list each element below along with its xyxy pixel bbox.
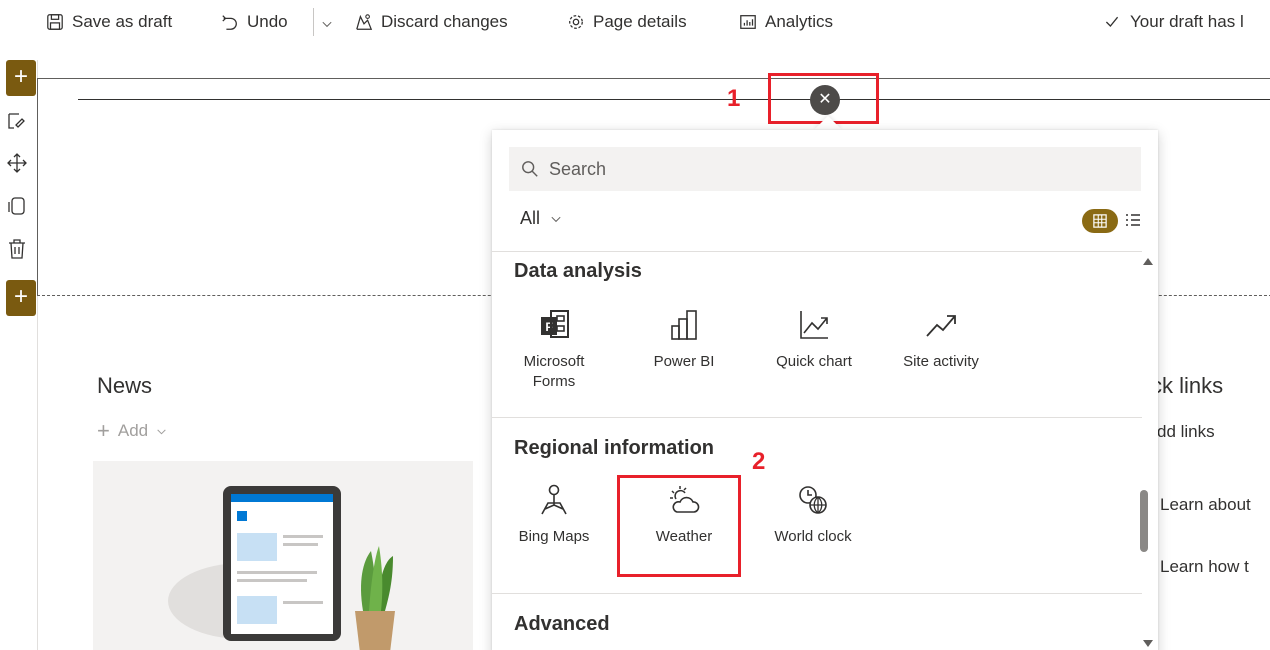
grid-view-icon <box>1093 214 1107 228</box>
page-details-label: Page details <box>593 12 687 31</box>
tile-label: Bing Maps <box>518 528 590 545</box>
category-title-regional-information: Regional information <box>514 437 714 459</box>
tile-label: Quick chart <box>776 353 852 370</box>
news-add-label: Add <box>117 421 149 440</box>
quick-chart-icon <box>800 311 828 339</box>
webpart-tile-bing-maps[interactable]: Bing Maps <box>504 475 604 547</box>
move-section-icon[interactable] <box>6 152 28 174</box>
news-add-button[interactable]: + Add <box>97 418 167 444</box>
news-placeholder-card <box>93 461 473 650</box>
add-section-button-top[interactable]: + <box>6 60 36 96</box>
delete-section-icon[interactable] <box>6 238 28 260</box>
forms-icon: F <box>541 310 569 338</box>
news-heading: News <box>97 373 153 398</box>
webpart-tile-power-bi[interactable]: Power BI <box>634 300 734 372</box>
toolbox-header-divider <box>492 251 1142 252</box>
save-draft-label: Save as draft <box>72 12 173 31</box>
webpart-tile-microsoft-forms[interactable]: F Microsoft Forms <box>504 300 604 392</box>
command-bar: Save as draft Undo Discard changes Page … <box>0 0 1270 44</box>
checkmark-icon <box>1105 16 1119 27</box>
draft-status: Your draft has l <box>1104 10 1244 34</box>
search-icon <box>522 161 538 177</box>
category-divider <box>492 593 1142 594</box>
scroll-down-arrow[interactable] <box>1143 640 1153 647</box>
bing-maps-icon <box>541 484 567 515</box>
edit-section-icon[interactable] <box>6 110 28 132</box>
duplicate-section-icon[interactable] <box>6 195 28 217</box>
discard-changes-button[interactable]: Discard changes <box>355 10 508 34</box>
chevron-down-icon <box>551 216 561 222</box>
draft-status-text: Your draft has l <box>1130 12 1244 31</box>
quick-links-heading: ck links <box>1151 373 1224 398</box>
grid-view-toggle[interactable] <box>1082 209 1118 233</box>
quick-links-add-button[interactable]: dd links <box>1157 422 1215 442</box>
save-draft-button[interactable]: Save as draft <box>46 10 172 34</box>
add-section-button-bottom[interactable]: + <box>6 280 36 316</box>
world-clock-icon <box>799 486 827 514</box>
toolbox-search-box[interactable]: Search <box>509 147 1141 191</box>
analytics-label: Analytics <box>765 12 834 31</box>
category-title-data-analysis: Data analysis <box>514 260 642 282</box>
discard-label: Discard changes <box>381 12 508 31</box>
chevron-down-icon <box>157 428 166 434</box>
undo-label: Undo <box>247 12 288 31</box>
divider-webpart-line <box>78 99 1270 100</box>
toolbox-scrollbar-thumb[interactable] <box>1140 490 1148 552</box>
webpart-toolbox: Search All Data analysis F Microsoft For… <box>492 130 1158 650</box>
tile-label: World clock <box>774 528 852 545</box>
undo-dropdown[interactable] <box>321 12 333 36</box>
tile-label: Site activity <box>903 353 979 370</box>
site-activity-icon <box>926 315 956 337</box>
page-details-button[interactable]: Page details <box>567 10 687 34</box>
toolbar-divider <box>313 8 314 36</box>
quick-link-item[interactable]: Learn how t <box>1160 557 1249 577</box>
search-placeholder: Search <box>549 158 607 179</box>
step-marker-1: 1 <box>727 85 741 112</box>
list-view-icon[interactable] <box>1124 212 1142 230</box>
chevron-down-icon <box>322 21 332 28</box>
scroll-up-arrow[interactable] <box>1143 258 1153 265</box>
category-divider <box>492 417 1142 418</box>
discard-icon <box>356 14 373 30</box>
analytics-button[interactable]: Analytics <box>739 10 833 34</box>
tile-label: Microsoft Forms <box>523 353 585 390</box>
news-illustration-image <box>168 486 395 650</box>
undo-icon <box>222 15 237 30</box>
step-marker-2: 2 <box>752 448 766 475</box>
save-icon <box>47 14 63 30</box>
analytics-icon <box>740 15 756 29</box>
tile-label: Power BI <box>653 353 715 370</box>
category-filter-dropdown[interactable]: All <box>520 208 562 229</box>
webpart-tile-world-clock[interactable]: World clock <box>763 475 863 547</box>
highlight-box-2 <box>617 475 741 577</box>
webpart-tile-site-activity[interactable]: Site activity <box>891 300 991 372</box>
highlight-box-1 <box>768 73 879 124</box>
webpart-tile-quick-chart[interactable]: Quick chart <box>764 300 864 372</box>
category-title-advanced: Advanced <box>514 613 610 635</box>
filter-value: All <box>520 208 541 228</box>
quick-link-item[interactable]: Learn about <box>1160 495 1251 515</box>
undo-button[interactable]: Undo <box>221 10 288 34</box>
plus-icon: + <box>97 418 110 443</box>
gear-icon <box>569 15 583 29</box>
powerbi-icon <box>671 310 697 340</box>
